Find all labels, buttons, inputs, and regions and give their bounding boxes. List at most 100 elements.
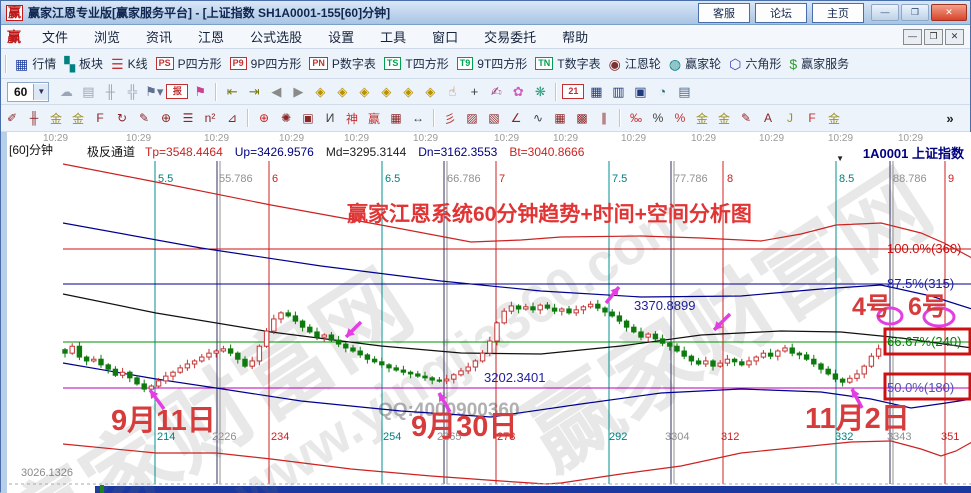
next-bar-icon[interactable]: ▶ <box>288 84 308 100</box>
pen-tool-icon[interactable]: ✐ <box>2 111 22 125</box>
t-number-button[interactable]: TNT数字表 <box>535 55 600 72</box>
percent-icon[interactable]: % <box>648 111 668 125</box>
world-clock-icon[interactable]: ◔ <box>652 84 672 99</box>
pencil2-icon[interactable]: ✎ <box>736 111 756 125</box>
child-restore-button[interactable]: ❐ <box>924 29 943 45</box>
zoom-out-h-icon[interactable]: ◈ <box>310 84 330 100</box>
j-line-icon[interactable]: J <box>780 111 800 125</box>
calculator-icon[interactable]: ▦ <box>586 84 606 100</box>
calendar-21-icon[interactable]: 21 <box>562 84 584 99</box>
topbar-button-2[interactable]: 论坛 <box>755 3 807 23</box>
a-wave-icon[interactable]: A <box>758 111 778 125</box>
parallel-lines-icon[interactable]: ∥ <box>594 111 614 125</box>
percent-line-icon[interactable]: % <box>670 111 690 125</box>
sectors-button[interactable]: ▚板块 <box>64 55 103 72</box>
zigzag-icon[interactable]: ∿ <box>528 111 548 125</box>
menu-item-交易委托[interactable]: 交易委托 <box>471 25 549 48</box>
menu-item-浏览[interactable]: 浏览 <box>81 25 133 48</box>
fit-all-icon[interactable]: ◈ <box>420 84 440 100</box>
t9-square-button[interactable]: T99T四方形 <box>457 55 528 72</box>
more-tools-button[interactable]: » <box>940 111 960 126</box>
save-icon[interactable]: ▣ <box>630 84 650 100</box>
flag-dropdown-icon[interactable]: ⚑▾ <box>144 84 164 100</box>
expand-h-icon[interactable]: ◈ <box>354 84 374 100</box>
zoom-in-h-icon[interactable]: ◈ <box>332 84 352 100</box>
bar9-chart-icon[interactable]: ╬ <box>122 84 142 99</box>
gold-line-icon[interactable]: 金 <box>714 110 734 127</box>
menu-item-工具[interactable]: 工具 <box>367 25 419 48</box>
p-number-button[interactable]: PNP数字表 <box>309 55 376 72</box>
last-bar-icon[interactable]: ⇥ <box>244 84 264 100</box>
fibonacci-f-icon[interactable]: F <box>90 111 110 125</box>
angle-line-icon[interactable]: ∠ <box>506 111 526 125</box>
grid-fan-icon[interactable]: ▨ <box>462 111 482 125</box>
grid-tool-icon[interactable]: ▦ <box>386 111 406 125</box>
topbar-button-3[interactable]: 主页 <box>812 3 864 23</box>
burst-icon[interactable]: ✺ <box>276 111 296 125</box>
quote-table-button[interactable]: ▦行情 <box>15 55 56 72</box>
winner-service-button[interactable]: $赢家服务 <box>789 55 849 72</box>
maximize-button[interactable]: ❐ <box>901 4 929 21</box>
grid3-icon[interactable]: ▩ <box>572 111 592 125</box>
kline-button[interactable]: ☰K线 <box>111 55 148 72</box>
close-button[interactable]: ✕ <box>931 4 967 21</box>
golden-box-icon[interactable]: 金 <box>68 110 88 127</box>
t-square-button[interactable]: TST四方形 <box>384 55 449 72</box>
drag-hand-icon[interactable]: ☝ <box>442 84 462 100</box>
gold-ratio-icon[interactable]: 金 <box>692 110 712 127</box>
menu-item-帮助[interactable]: 帮助 <box>549 25 601 48</box>
cycle-arc-icon[interactable]: ↻ <box>112 111 132 125</box>
pattern-stamp-icon[interactable]: 报 <box>166 84 188 99</box>
span-arrow-icon[interactable]: ↔ <box>408 111 428 125</box>
p-square-button[interactable]: PSP四方形 <box>156 55 222 72</box>
gann-line-icon[interactable]: ☰ <box>178 111 198 125</box>
golden-section-icon[interactable]: 金 <box>46 110 66 127</box>
notes-icon[interactable]: ▥ <box>608 84 628 100</box>
compress-h-icon[interactable]: ◈ <box>376 84 396 100</box>
gann-flower-icon[interactable]: ✿ <box>508 84 528 100</box>
shade-fan-icon[interactable]: ▧ <box>484 111 504 125</box>
topbar-button-1[interactable]: 客服 <box>698 3 750 23</box>
winner-wheel-button[interactable]: ◍赢家轮 <box>669 55 721 72</box>
crosshair-icon[interactable]: + <box>464 84 484 99</box>
ying-tool-icon[interactable]: 赢 <box>364 110 384 127</box>
gann-wheel-button[interactable]: ◉江恩轮 <box>609 55 661 72</box>
period-combo[interactable]: 60▼ <box>7 82 49 102</box>
fan-lines-icon[interactable]: 彡 <box>440 110 460 127</box>
angle-tool-icon[interactable]: ⊿ <box>222 111 242 125</box>
menu-item-公式选股[interactable]: 公式选股 <box>237 25 315 48</box>
child-close-button[interactable]: ✕ <box>945 29 964 45</box>
color-flag-icon[interactable]: ⚑ <box>190 84 210 100</box>
permille-icon[interactable]: ‰ <box>626 111 646 125</box>
menu-item-设置[interactable]: 设置 <box>315 25 367 48</box>
shen-tool-icon[interactable]: 神 <box>342 110 362 127</box>
square-n2-icon[interactable]: n² <box>200 111 220 125</box>
f-line-icon[interactable]: F <box>802 111 822 125</box>
first-bar-icon[interactable]: ⇤ <box>222 84 242 100</box>
child-minimize-button[interactable]: — <box>903 29 922 45</box>
gann-target-icon[interactable]: ⊕ <box>254 111 274 125</box>
menu-item-江恩[interactable]: 江恩 <box>185 25 237 48</box>
angle-measure-icon[interactable]: ✍ <box>486 84 506 100</box>
prev-bar-icon[interactable]: ◀ <box>266 84 286 100</box>
report-icon[interactable]: ▤ <box>78 84 98 100</box>
bar3-chart-icon[interactable]: ╫ <box>100 84 120 99</box>
chart-area[interactable]: [60]分钟 极反通道Tp=3548.4464Up=3426.9576Md=32… <box>1 132 971 493</box>
menu-item-窗口[interactable]: 窗口 <box>419 25 471 48</box>
wave-mark-icon[interactable]: И <box>320 111 340 125</box>
menu-item-文件[interactable]: 文件 <box>29 25 81 48</box>
hexagon-button[interactable]: ⬡六角形 <box>729 55 781 72</box>
gann-square-icon[interactable]: ▣ <box>298 111 318 125</box>
p9-square-button[interactable]: P99P四方形 <box>230 55 302 72</box>
hatch-tool-icon[interactable]: ╫ <box>24 111 44 125</box>
grid2-icon[interactable]: ▦ <box>550 111 570 125</box>
printer-icon[interactable]: ▤ <box>674 84 694 100</box>
smart-brain-icon[interactable]: ❋ <box>530 84 550 100</box>
gold-angle-icon[interactable]: 金 <box>824 110 844 127</box>
gann-circle-icon[interactable]: ⊕ <box>156 111 176 125</box>
zoom-chart-icon[interactable]: ☁ <box>56 84 76 100</box>
expand-all-icon[interactable]: ◈ <box>398 84 418 100</box>
minimize-button[interactable]: — <box>871 4 899 21</box>
menu-item-资讯[interactable]: 资讯 <box>133 25 185 48</box>
brush-icon[interactable]: ✎ <box>134 111 154 125</box>
